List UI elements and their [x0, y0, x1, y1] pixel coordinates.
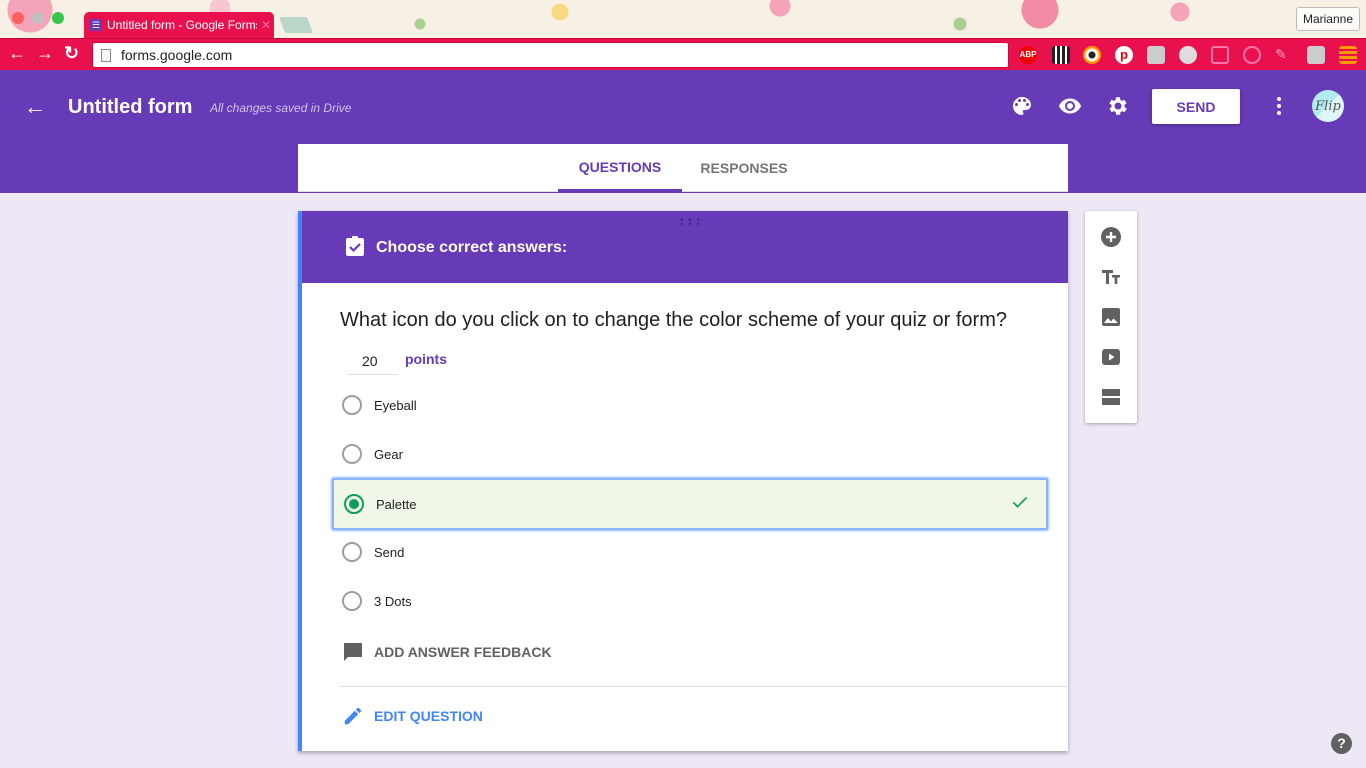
- help-icon[interactable]: ?: [1331, 733, 1352, 754]
- address-bar[interactable]: forms.google.com: [92, 42, 1009, 68]
- tab-responses[interactable]: RESPONSES: [692, 144, 796, 192]
- send-button[interactable]: SEND: [1152, 89, 1240, 124]
- answer-key-header: • • • • • • Choose correct answers:: [302, 211, 1068, 283]
- menu-ext-icon[interactable]: [1339, 46, 1357, 64]
- pinterest-icon[interactable]: p: [1115, 46, 1133, 64]
- qr-code-icon[interactable]: [1052, 46, 1070, 64]
- profile-button[interactable]: Marianne: [1295, 7, 1360, 31]
- edit-question-button[interactable]: EDIT QUESTION: [342, 705, 483, 727]
- palette-icon[interactable]: [1010, 94, 1034, 118]
- radio-button-selected[interactable]: [344, 494, 364, 514]
- pencil-icon: [344, 707, 362, 725]
- page-icon: [101, 48, 111, 62]
- question-text: What icon do you click on to change the …: [340, 309, 1008, 331]
- answer-option[interactable]: Send: [340, 532, 1046, 572]
- url-text: forms.google.com: [121, 47, 233, 63]
- add-image-icon[interactable]: [1099, 305, 1123, 329]
- circle-ext-icon[interactable]: [1179, 46, 1197, 64]
- ribbon-ext-icon[interactable]: [1211, 46, 1229, 64]
- back-icon[interactable]: ←: [8, 43, 26, 64]
- forward-icon[interactable]: →: [36, 43, 54, 64]
- add-video-icon[interactable]: [1099, 345, 1123, 369]
- answer-option[interactable]: Eyeball: [340, 385, 1046, 425]
- form-title[interactable]: Untitled form: [68, 96, 192, 119]
- points-input[interactable]: 20: [348, 349, 398, 375]
- radio-button[interactable]: [342, 542, 362, 562]
- more-options-icon[interactable]: [1277, 97, 1281, 118]
- browser-toolbar: ← → ↻ forms.google.com ABP p ✎: [0, 38, 1366, 70]
- add-feedback-button[interactable]: ADD ANSWER FEEDBACK: [342, 641, 552, 663]
- add-feedback-label: ADD ANSWER FEEDBACK: [374, 644, 552, 660]
- new-tab-button[interactable]: [279, 17, 313, 33]
- avatar[interactable]: Flip: [1312, 90, 1344, 122]
- color-picker-icon[interactable]: [1083, 46, 1101, 64]
- answer-option[interactable]: 3 Dots: [340, 581, 1046, 621]
- radio-button[interactable]: [342, 591, 362, 611]
- option-label: Eyeball: [374, 397, 417, 413]
- add-question-icon[interactable]: [1099, 225, 1123, 249]
- feedback-comment-icon: [344, 643, 362, 661]
- answer-option-correct[interactable]: Palette: [332, 478, 1048, 530]
- forms-favicon-icon: ☰: [90, 19, 102, 31]
- points-label: points: [405, 351, 447, 367]
- option-label: Send: [374, 544, 405, 560]
- question-card[interactable]: • • • • • • Choose correct answers: What …: [298, 211, 1068, 751]
- tab-title: Untitled form - Google Forms: [107, 18, 257, 32]
- preview-eye-icon[interactable]: [1058, 94, 1082, 118]
- settings-gear-icon[interactable]: [1106, 94, 1130, 118]
- divider: [340, 686, 1068, 687]
- answer-option[interactable]: Gear: [340, 434, 1046, 474]
- pen-ext-icon[interactable]: ✎: [1275, 46, 1293, 64]
- option-label: 3 Dots: [374, 593, 412, 609]
- side-toolbar: [1085, 211, 1137, 423]
- drag-handle-icon[interactable]: • • • • • •: [680, 216, 701, 230]
- edit-question-label: EDIT QUESTION: [374, 708, 483, 724]
- qr-noise-icon[interactable]: [1147, 46, 1165, 64]
- form-tabs: QUESTIONS RESPONSES: [298, 144, 1068, 192]
- close-window-button[interactable]: [12, 12, 24, 24]
- option-label: Palette: [376, 496, 417, 512]
- browser-titlebar: ☰ Untitled form - Google Forms ✕ Mariann…: [0, 0, 1366, 38]
- add-title-icon[interactable]: [1099, 265, 1123, 289]
- browser-tab[interactable]: ☰ Untitled form - Google Forms ✕: [84, 12, 274, 38]
- tab-close-icon[interactable]: ✕: [261, 18, 271, 32]
- wand-ext-icon[interactable]: [1307, 46, 1325, 64]
- add-section-icon[interactable]: [1099, 385, 1123, 409]
- minimize-window-button[interactable]: [32, 12, 44, 24]
- answer-key-title: Choose correct answers:: [376, 239, 568, 256]
- reload-icon[interactable]: ↻: [64, 43, 79, 64]
- back-arrow-icon[interactable]: ←: [24, 94, 46, 120]
- tab-questions[interactable]: QUESTIONS: [558, 144, 682, 192]
- save-status: All changes saved in Drive: [210, 101, 352, 115]
- maximize-window-button[interactable]: [52, 12, 64, 24]
- assignment-check-icon: [346, 236, 364, 256]
- adblock-plus-icon[interactable]: ABP: [1019, 46, 1037, 64]
- search-screenshot-icon[interactable]: [1243, 46, 1261, 64]
- correct-check-icon: [1012, 496, 1028, 508]
- option-label: Gear: [374, 446, 403, 462]
- radio-button[interactable]: [342, 444, 362, 464]
- radio-button[interactable]: [342, 395, 362, 415]
